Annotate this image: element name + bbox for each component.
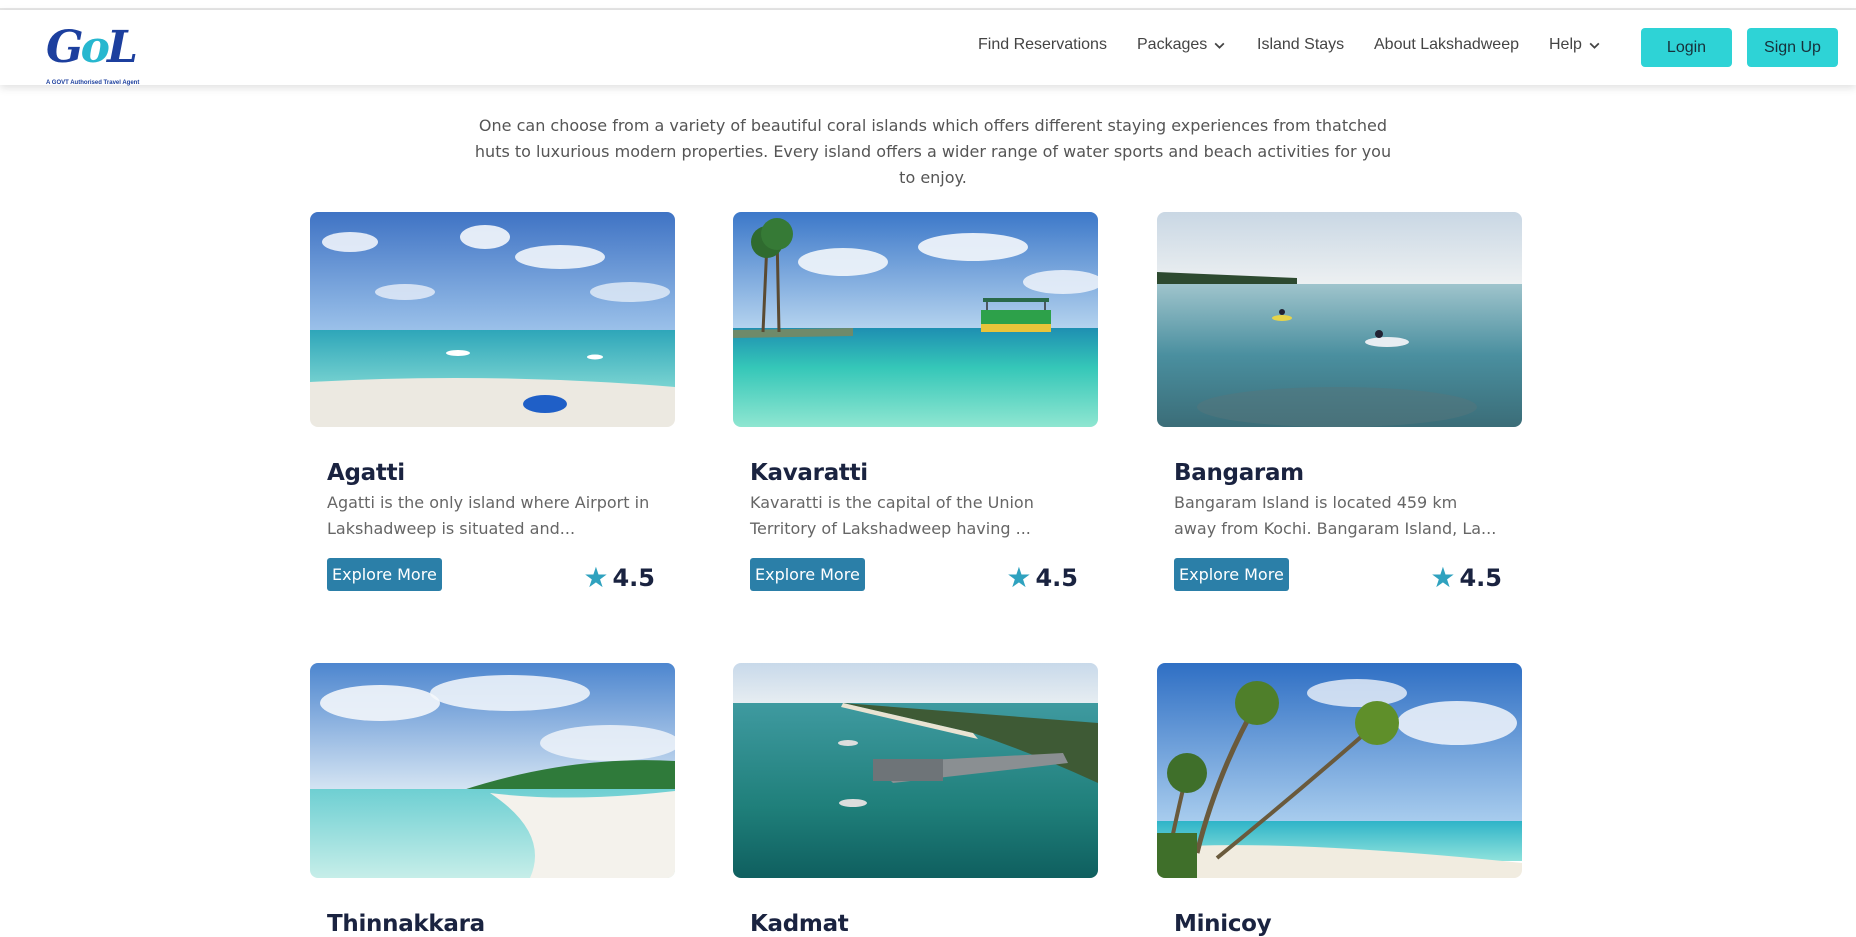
nav-label: About Lakshadweep <box>1374 36 1519 53</box>
island-description: Bangaram Island is located 459 km away f… <box>1174 493 1497 538</box>
island-title: Kadmat <box>750 911 849 937</box>
minicoy-palms-photo[interactable] <box>1157 663 1522 878</box>
logo-tagline: A GOVT Authorised Travel Agent <box>46 80 140 86</box>
nav-help[interactable]: Help <box>1549 36 1601 54</box>
island-card-agatti: Agatti Agatti is the only island where A… <box>310 212 675 592</box>
intro-text: One can choose from a variety of beautif… <box>474 116 1392 187</box>
rating: ★ 4.5 <box>583 561 655 594</box>
nav-label: Help <box>1549 36 1582 53</box>
island-title: Minicoy <box>1174 911 1272 937</box>
island-card-minicoy: Minicoy <box>1157 663 1522 937</box>
nav-label: Find Reservations <box>978 36 1107 53</box>
kadmat-jetty-photo[interactable] <box>733 663 1098 878</box>
bangaram-kayak-photo[interactable] <box>1157 212 1522 427</box>
island-title: Bangaram <box>1174 460 1304 486</box>
island-card-kavaratti: Kavaratti Kavaratti is the capital of th… <box>733 212 1098 592</box>
star-icon: ★ <box>583 561 609 594</box>
nav-find-reservations[interactable]: Find Reservations <box>978 36 1107 54</box>
island-title: Agatti <box>327 460 405 486</box>
login-button[interactable]: Login <box>1641 28 1732 67</box>
rating: ★ 4.5 <box>1430 561 1502 594</box>
island-card-bangaram: Bangaram Bangaram Island is located 459 … <box>1157 212 1522 592</box>
island-title: Thinnakkara <box>327 911 485 937</box>
chevron-down-icon <box>1589 42 1600 49</box>
nav-label: Packages <box>1137 36 1208 53</box>
chevron-down-icon <box>1214 42 1225 49</box>
island-description: Agatti is the only island where Airport … <box>327 493 650 538</box>
nav-packages[interactable]: Packages <box>1137 36 1226 54</box>
rating-value: 4.5 <box>1459 564 1502 592</box>
signup-button[interactable]: Sign Up <box>1747 28 1838 67</box>
kavaratti-boat-photo[interactable] <box>733 212 1098 427</box>
top-border <box>0 0 1856 10</box>
island-card-kadmat: Kadmat <box>733 663 1098 937</box>
logo[interactable]: GoL A GOVT Authorised Travel Agent <box>44 22 148 90</box>
thinnakkara-beach-photo[interactable] <box>310 663 675 878</box>
agatti-beach-photo[interactable] <box>310 212 675 427</box>
intro-section: One can choose from a variety of beautif… <box>0 113 1856 191</box>
nav-island-stays[interactable]: Island Stays <box>1257 36 1344 54</box>
island-title: Kavaratti <box>750 460 868 486</box>
star-icon: ★ <box>1006 561 1032 594</box>
nav-label: Island Stays <box>1257 36 1345 53</box>
explore-more-button[interactable]: Explore More <box>750 558 865 591</box>
rating: ★ 4.5 <box>1006 561 1078 594</box>
rating-value: 4.5 <box>1035 564 1078 592</box>
explore-more-button[interactable]: Explore More <box>1174 558 1289 591</box>
nav-about-lakshadweep[interactable]: About Lakshadweep <box>1374 36 1519 54</box>
rating-value: 4.5 <box>612 564 655 592</box>
island-description: Kavaratti is the capital of the Union Te… <box>750 493 1034 538</box>
explore-more-button[interactable]: Explore More <box>327 558 442 591</box>
logo-mark: GoL <box>46 22 138 73</box>
star-icon: ★ <box>1430 561 1456 594</box>
navbar: GoL A GOVT Authorised Travel Agent Find … <box>0 10 1856 86</box>
island-card-thinnakkara: Thinnakkara <box>310 663 675 937</box>
